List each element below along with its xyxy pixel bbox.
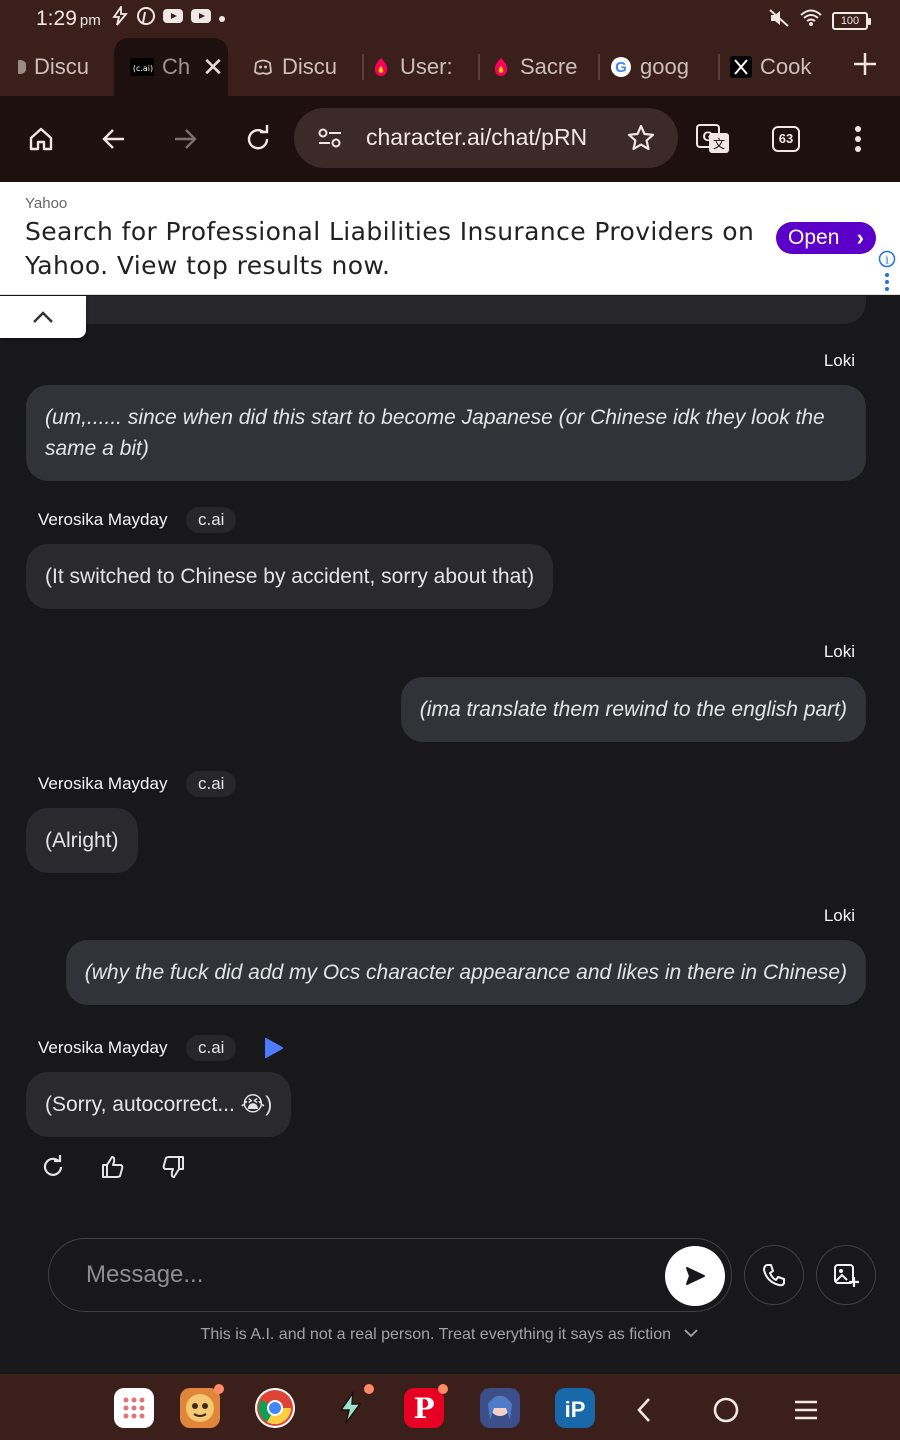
previous-message-bubble — [26, 296, 866, 324]
tab-strip: Discu (c.ai) Ch ✕ Discu User: Sacre G go… — [0, 38, 900, 96]
url-text: character.ai/chat/pRN — [366, 124, 588, 150]
battery-icon: 100 — [832, 11, 871, 30]
cai-badge: c.ai — [186, 771, 237, 797]
tab-fandom-sacred[interactable]: Sacre — [490, 38, 600, 96]
chevron-right-icon: › — [856, 225, 864, 250]
menu-button[interactable] — [835, 116, 881, 162]
google-icon: G — [610, 56, 632, 78]
ad-source: Yahoo — [25, 195, 68, 212]
home-button[interactable] — [18, 116, 64, 162]
reload-button[interactable] — [235, 116, 281, 162]
fandom-icon — [370, 56, 392, 78]
wifi-icon — [800, 8, 822, 33]
message-author: Verosika Mayday — [38, 1038, 168, 1057]
chrome-icon[interactable] — [255, 1388, 295, 1428]
nav-recents-button[interactable] — [788, 1392, 824, 1428]
status-bar: 1:29 pm 100 — [0, 0, 900, 38]
youtube-icon — [190, 7, 212, 30]
svg-text:G: G — [615, 59, 627, 76]
message-author: Loki — [823, 906, 855, 925]
regenerate-icon[interactable] — [38, 1152, 68, 1182]
collapse-ad-button[interactable] — [0, 296, 86, 338]
close-tab-icon[interactable]: ✕ — [202, 52, 224, 83]
youtube-icon — [162, 7, 184, 30]
tab-x[interactable]: Cook — [730, 38, 820, 96]
site-settings-icon[interactable] — [316, 125, 344, 156]
message-author: Verosika Mayday — [38, 774, 168, 793]
ad-open-button[interactable]: Open › — [776, 222, 876, 254]
user-message[interactable]: (um,...... since when did this start to … — [26, 385, 866, 481]
bot-message[interactable]: (It switched to Chinese by accident, sor… — [26, 544, 554, 609]
bot-message[interactable]: (Sorry, autocorrect... 😭) — [26, 1072, 292, 1137]
taskbar-dock: P iP — [0, 1374, 900, 1440]
discord-icon — [18, 56, 26, 78]
tab-discord-2[interactable]: Discu — [252, 38, 364, 96]
svg-text:文: 文 — [713, 136, 725, 151]
x-icon — [730, 56, 752, 78]
ai-disclaimer[interactable]: This is A.I. and not a real person. Trea… — [0, 1326, 900, 1344]
nav-home-button[interactable] — [708, 1392, 744, 1428]
tab-character-ai[interactable]: (c.ai) Ch ✕ — [114, 38, 228, 96]
svg-text:(c.ai): (c.ai) — [133, 64, 153, 73]
send-button[interactable] — [665, 1246, 725, 1306]
tab-google[interactable]: G goog — [610, 38, 720, 96]
clock: 1:29 pm — [36, 7, 101, 30]
chat-thread: Loki (um,...... since when did this star… — [0, 296, 900, 1236]
browser-toolbar: character.ai/chat/pRN G文 63 — [0, 96, 900, 182]
tab-fandom-user[interactable]: User: — [370, 38, 480, 96]
cai-badge: c.ai — [186, 1035, 237, 1061]
message-author: Loki — [823, 642, 855, 661]
bot-message[interactable]: (Alright) — [26, 808, 138, 873]
play-voice-icon[interactable] — [264, 1037, 284, 1064]
image-generate-button[interactable] — [816, 1245, 876, 1305]
forward-button[interactable] — [162, 116, 208, 162]
message-author: Loki — [823, 351, 855, 370]
discord-icon — [252, 56, 274, 78]
ad-headline[interactable]: Search for Professional Liabilities Insu… — [25, 215, 755, 283]
chevron-down-icon[interactable] — [683, 1326, 699, 1344]
bolt-app-icon[interactable] — [330, 1384, 374, 1428]
message-input[interactable]: Message... — [86, 1261, 203, 1289]
svg-text:i: i — [885, 254, 889, 267]
system-icons: 100 — [768, 8, 871, 33]
user-message[interactable]: (ima translate them rewind to the englis… — [400, 677, 866, 742]
cai-icon: (c.ai) — [130, 56, 154, 78]
back-button[interactable] — [91, 116, 137, 162]
user-message[interactable]: (why the fuck did add my Ocs character a… — [65, 940, 866, 1005]
tab-discord-1[interactable]: Discu — [18, 38, 110, 96]
message-actions — [38, 1152, 188, 1182]
svg-text:P: P — [413, 1393, 434, 1423]
thumbs-down-icon[interactable] — [158, 1152, 188, 1182]
notification-icons — [110, 4, 226, 31]
call-button[interactable] — [744, 1245, 804, 1305]
cai-badge: c.ai — [186, 507, 237, 533]
ad-info-icon[interactable]: i — [878, 250, 896, 299]
tab-count: 63 — [772, 126, 800, 152]
tab-switcher-button[interactable]: 63 — [763, 116, 809, 162]
anime-app-icon[interactable] — [480, 1388, 520, 1428]
message-author: Verosika Mayday — [38, 510, 168, 529]
ad-banner[interactable]: Yahoo Search for Professional Liabilitie… — [0, 182, 900, 295]
address-bar[interactable]: character.ai/chat/pRN — [294, 108, 678, 168]
translate-button[interactable]: G文 — [690, 116, 736, 162]
bookmark-star-icon[interactable] — [626, 123, 656, 158]
pinterest-app-icon[interactable]: P — [404, 1384, 448, 1428]
more-dot-icon — [218, 10, 226, 28]
bolt-icon — [110, 4, 130, 31]
picsart-icon[interactable]: iP — [555, 1388, 595, 1428]
game-app-icon[interactable] — [180, 1384, 224, 1428]
nav-back-button[interactable] — [626, 1392, 662, 1428]
mute-icon — [768, 8, 790, 33]
message-input-container: Message... — [48, 1238, 732, 1312]
new-tab-button[interactable] — [852, 48, 878, 85]
svg-text:iP: iP — [565, 1397, 586, 1422]
app-drawer-icon[interactable] — [114, 1388, 154, 1428]
thumbs-up-icon[interactable] — [98, 1152, 128, 1182]
pinterest-icon — [136, 6, 156, 31]
fandom-icon — [490, 56, 512, 78]
